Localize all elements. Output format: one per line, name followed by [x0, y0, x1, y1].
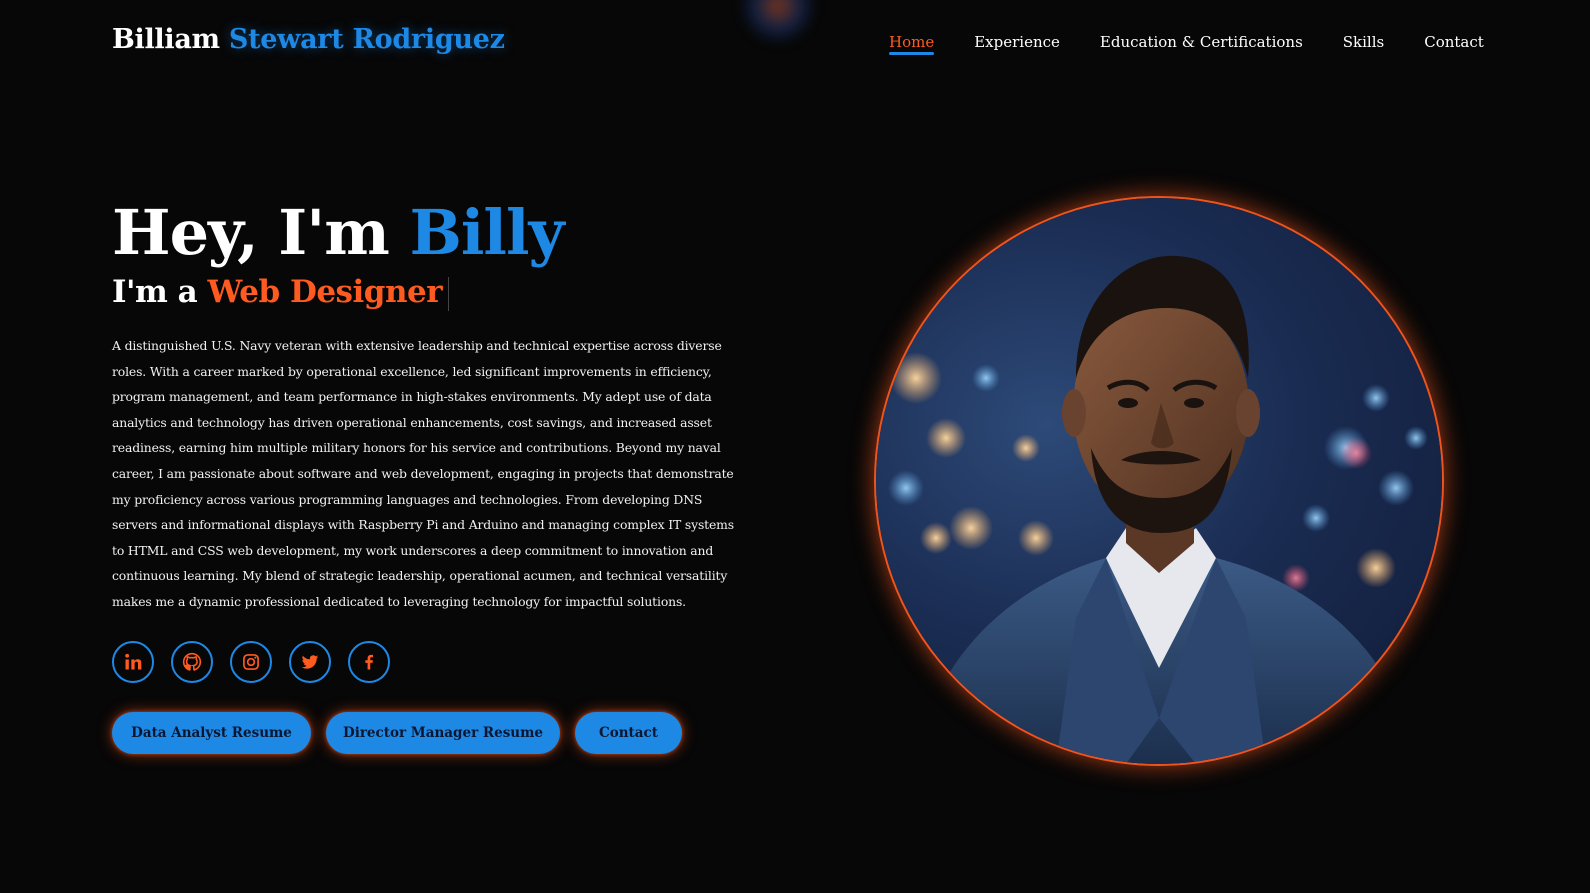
- brand-last-name: Stewart Rodriguez: [228, 24, 505, 55]
- data-analyst-resume-button[interactable]: Data Analyst Resume: [112, 712, 311, 754]
- linkedin-link[interactable]: [112, 641, 154, 683]
- hero-role: I'm a Web Designer: [112, 274, 450, 311]
- hero-name: Billy: [409, 196, 564, 269]
- brand-logo[interactable]: Billiam Stewart Rodriguez: [112, 24, 505, 55]
- github-icon: [182, 652, 202, 671]
- resume-buttons: Data Analyst Resume Director Manager Res…: [112, 712, 682, 754]
- typing-caret: [448, 276, 450, 311]
- social-links: [112, 641, 390, 683]
- director-manager-resume-button[interactable]: Director Manager Resume: [326, 712, 560, 754]
- nav-home[interactable]: Home: [889, 33, 935, 55]
- site-header: Billiam Stewart Rodriguez Home Experienc…: [0, 0, 1590, 84]
- main-nav: Home Experience Education & Certificatio…: [889, 33, 1484, 55]
- hero-greeting: Hey, I'm: [112, 196, 390, 269]
- nav-experience[interactable]: Experience: [974, 33, 1060, 51]
- page: Billiam Stewart Rodriguez Home Experienc…: [0, 0, 1590, 893]
- linkedin-icon: [125, 653, 142, 670]
- instagram-icon: [243, 654, 259, 670]
- hero-bio: A distinguished U.S. Navy veteran with e…: [112, 338, 734, 609]
- brand-first-name: Billiam: [112, 24, 220, 55]
- nav-education-certifications[interactable]: Education & Certifications: [1100, 33, 1303, 51]
- facebook-link[interactable]: [348, 641, 390, 683]
- github-link[interactable]: [171, 641, 213, 683]
- contact-button[interactable]: Contact: [575, 712, 682, 754]
- hero-heading: Hey, I'm Billy: [112, 196, 565, 269]
- facebook-icon: [365, 654, 373, 670]
- twitter-icon: [301, 655, 319, 669]
- nav-contact[interactable]: Contact: [1424, 33, 1484, 51]
- instagram-link[interactable]: [230, 641, 272, 683]
- role-title: Web Designer: [207, 274, 443, 310]
- profile-photo: [876, 198, 1442, 764]
- role-prefix: I'm a: [112, 274, 198, 310]
- twitter-link[interactable]: [289, 641, 331, 683]
- profile-portrait-illustration: [888, 255, 1428, 764]
- nav-skills[interactable]: Skills: [1343, 33, 1384, 51]
